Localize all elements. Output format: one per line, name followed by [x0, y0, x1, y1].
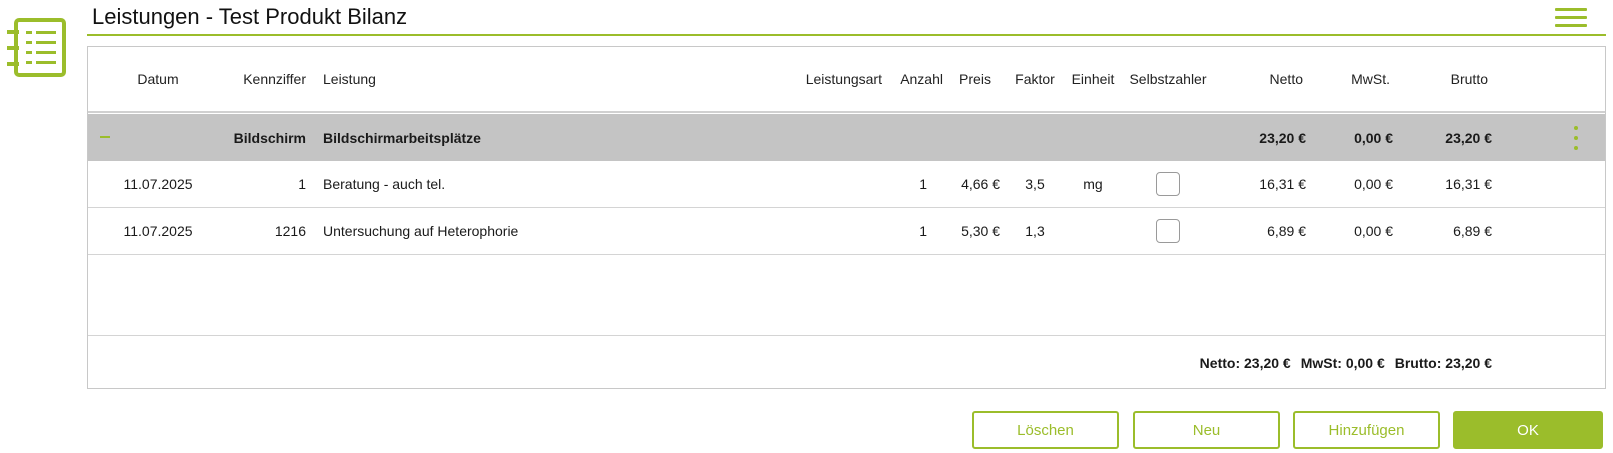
ok-button[interactable]: OK	[1453, 411, 1603, 449]
collapse-icon[interactable]	[100, 136, 110, 138]
cell-selbstzahler	[1123, 161, 1213, 207]
group-row[interactable]: Bildschirm Bildschirmarbeitsplätze 23,20…	[88, 114, 1605, 161]
cell-anzahl: 1	[919, 223, 927, 239]
group-kennziffer: Bildschirm	[233, 129, 306, 146]
new-button[interactable]: Neu	[1133, 411, 1280, 449]
list-document-icon	[7, 18, 66, 77]
group-leistung: Bildschirmarbeitsplätze	[323, 129, 481, 146]
col-header-datum[interactable]: Datum	[113, 47, 203, 111]
cell-datum: 11.07.2025	[123, 176, 193, 192]
cell-leistung: Untersuchung auf Heterophorie	[323, 223, 519, 239]
selbstzahler-checkbox[interactable]	[1156, 172, 1180, 196]
cell-faktor: 3,5	[1025, 176, 1045, 192]
col-header-anzahl[interactable]: Anzahl	[888, 47, 943, 111]
col-header-selbstzahler[interactable]: Selbstzahler	[1123, 47, 1213, 111]
group-netto: 23,20 €	[1259, 129, 1306, 146]
col-header-leistungsart[interactable]: Leistungsart	[778, 47, 882, 111]
delete-button[interactable]: Löschen	[972, 411, 1119, 449]
cell-anzahl: 1	[919, 176, 927, 192]
cell-netto: 16,31 €	[1259, 176, 1306, 192]
cell-preis: 4,66 €	[961, 176, 1000, 192]
cell-mwst: 0,00 €	[1354, 223, 1393, 239]
col-header-brutto[interactable]: Brutto	[1408, 47, 1488, 111]
total-mwst: MwSt: 0,00 €	[1300, 355, 1385, 371]
cell-netto: 6,89 €	[1267, 223, 1306, 239]
cell-einheit: mg	[1083, 176, 1103, 192]
cell-leistungsart	[778, 208, 882, 254]
group-brutto: 23,20 €	[1445, 129, 1492, 146]
cell-faktor: 1,3	[1025, 223, 1045, 239]
col-header-einheit[interactable]: Einheit	[1066, 47, 1120, 111]
hamburger-menu-icon[interactable]	[1555, 8, 1587, 28]
group-mwst: 0,00 €	[1354, 129, 1393, 146]
col-header-mwst[interactable]: MwSt.	[1328, 47, 1390, 111]
table-row[interactable]: 11.07.2025 1 Beratung - auch tel. 1 4,66…	[88, 161, 1605, 208]
totals-row: Netto: 23,20 € MwSt: 0,00 € Brutto: 23,2…	[88, 335, 1605, 390]
services-table: Datum Kennziffer Leistung Leistungsart A…	[87, 46, 1606, 389]
table-header: Datum Kennziffer Leistung Leistungsart A…	[88, 47, 1605, 113]
title-divider	[87, 34, 1606, 36]
cell-mwst: 0,00 €	[1354, 176, 1393, 192]
cell-brutto: 6,89 €	[1453, 223, 1492, 239]
col-header-preis[interactable]: Preis	[950, 47, 1000, 111]
add-button[interactable]: Hinzufügen	[1293, 411, 1440, 449]
col-header-faktor[interactable]: Faktor	[1006, 47, 1064, 111]
col-header-leistung[interactable]: Leistung	[323, 47, 523, 111]
total-brutto: Brutto: 23,20 €	[1394, 355, 1492, 371]
col-header-kennziffer[interactable]: Kennziffer	[218, 47, 306, 111]
cell-kennziffer: 1216	[274, 223, 306, 239]
cell-preis: 5,30 €	[961, 223, 1000, 239]
more-options-icon[interactable]	[1573, 126, 1579, 150]
table-row[interactable]: 11.07.2025 1216 Untersuchung auf Heterop…	[88, 208, 1605, 255]
selbstzahler-checkbox[interactable]	[1156, 219, 1180, 243]
cell-kennziffer: 1	[298, 176, 306, 192]
cell-leistungsart	[778, 161, 882, 207]
total-netto: Netto: 23,20 €	[1199, 355, 1291, 371]
cell-datum: 11.07.2025	[123, 223, 193, 239]
cell-einheit	[1066, 208, 1120, 254]
col-header-netto[interactable]: Netto	[1238, 47, 1303, 111]
cell-leistung: Beratung - auch tel.	[323, 176, 446, 192]
cell-selbstzahler	[1123, 208, 1213, 254]
page-title: Leistungen - Test Produkt Bilanz	[92, 4, 408, 29]
cell-brutto: 16,31 €	[1445, 176, 1492, 192]
